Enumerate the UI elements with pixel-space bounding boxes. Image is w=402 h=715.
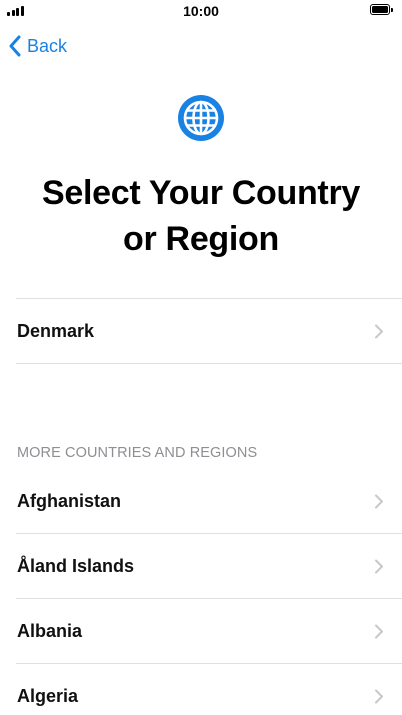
chevron-right-icon [375, 494, 383, 509]
page-title: Select Your Country or Region [0, 170, 402, 262]
page-title-line-1: Select Your Country [42, 174, 360, 212]
chevron-right-icon [375, 324, 383, 339]
chevron-right-icon [375, 624, 383, 639]
country-label: Åland Islands [17, 556, 135, 576]
status-bar: 10:00 [0, 0, 402, 22]
chevron-left-icon [9, 35, 21, 57]
back-label: Back [27, 35, 68, 56]
country-label: Denmark [17, 321, 95, 341]
chevron-right-icon [375, 689, 383, 704]
status-time: 10:00 [183, 3, 219, 19]
page-title-line-2: or Region [123, 220, 279, 258]
chevron-right-icon [375, 559, 383, 574]
back-button[interactable]: Back [8, 33, 67, 59]
country-region-screen: 10:00 Back Select Your Country or Region [0, 0, 402, 715]
country-label: Albania [17, 621, 83, 641]
country-row-algeria[interactable]: Algeria [0, 664, 402, 715]
country-row-albania[interactable]: Albania [0, 599, 402, 663]
country-row-aland-islands[interactable]: Åland Islands [0, 534, 402, 598]
section-header: MORE COUNTRIES AND REGIONS [17, 445, 258, 461]
globe-icon [178, 95, 224, 141]
country-row-afghanistan[interactable]: Afghanistan [0, 469, 402, 533]
battery-icon [370, 4, 393, 15]
country-row-denmark[interactable]: Denmark [0, 299, 402, 363]
country-label: Afghanistan [17, 491, 122, 511]
country-label: Algeria [17, 686, 79, 706]
divider [16, 363, 402, 364]
